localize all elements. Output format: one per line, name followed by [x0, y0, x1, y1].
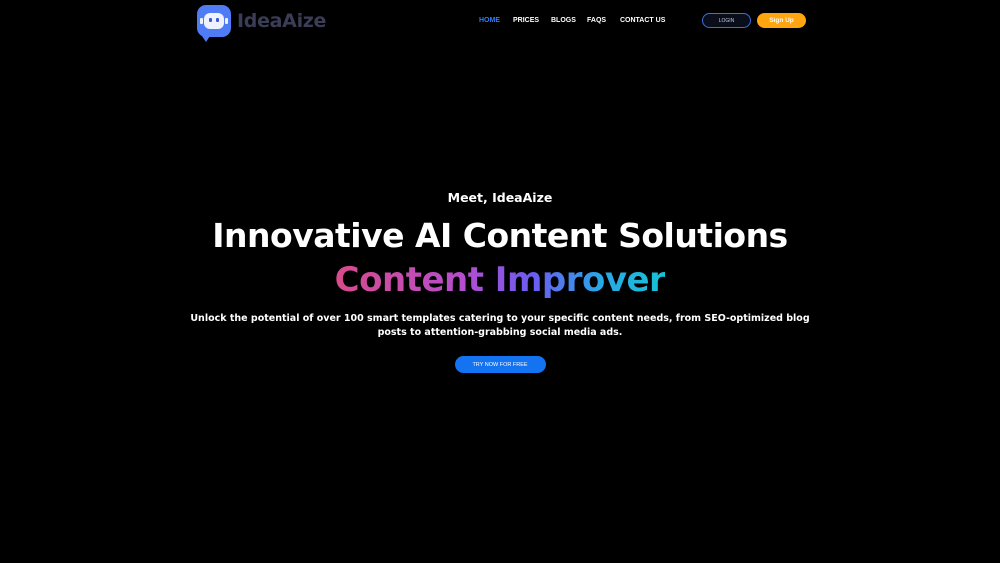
hero-description: Unlock the potential of over 100 smart t…: [190, 313, 810, 338]
brand-logo[interactable]: IdeaAize: [197, 3, 327, 42]
hero-rotating-text: Content Improver: [334, 260, 666, 300]
nav-item-contact-us[interactable]: CONTACT US: [620, 17, 665, 24]
brand-name: IdeaAize: [237, 10, 327, 32]
robot-chat-icon: [197, 5, 231, 42]
hero-title: Innovative AI Content Solutions: [212, 216, 788, 255]
hero-eyebrow: Meet, IdeaAize: [447, 190, 553, 205]
nav-item-prices[interactable]: PRICES: [513, 17, 539, 24]
page: IdeaAize HOME PRICES BLOGS FAQS CONTACT …: [0, 0, 1000, 563]
signup-button[interactable]: Sign Up: [757, 13, 806, 28]
nav-item-blogs[interactable]: BLOGS: [551, 17, 576, 24]
nav-item-home[interactable]: HOME: [479, 17, 500, 24]
nav-item-faqs[interactable]: FAQS: [587, 17, 606, 24]
hero-section: Meet, IdeaAize Innovative AI Content Sol…: [0, 188, 1000, 373]
login-button[interactable]: LOGIN: [702, 13, 751, 28]
try-now-button[interactable]: TRY NOW FOR FREE: [454, 356, 546, 373]
site-header: IdeaAize HOME PRICES BLOGS FAQS CONTACT …: [0, 0, 1000, 42]
